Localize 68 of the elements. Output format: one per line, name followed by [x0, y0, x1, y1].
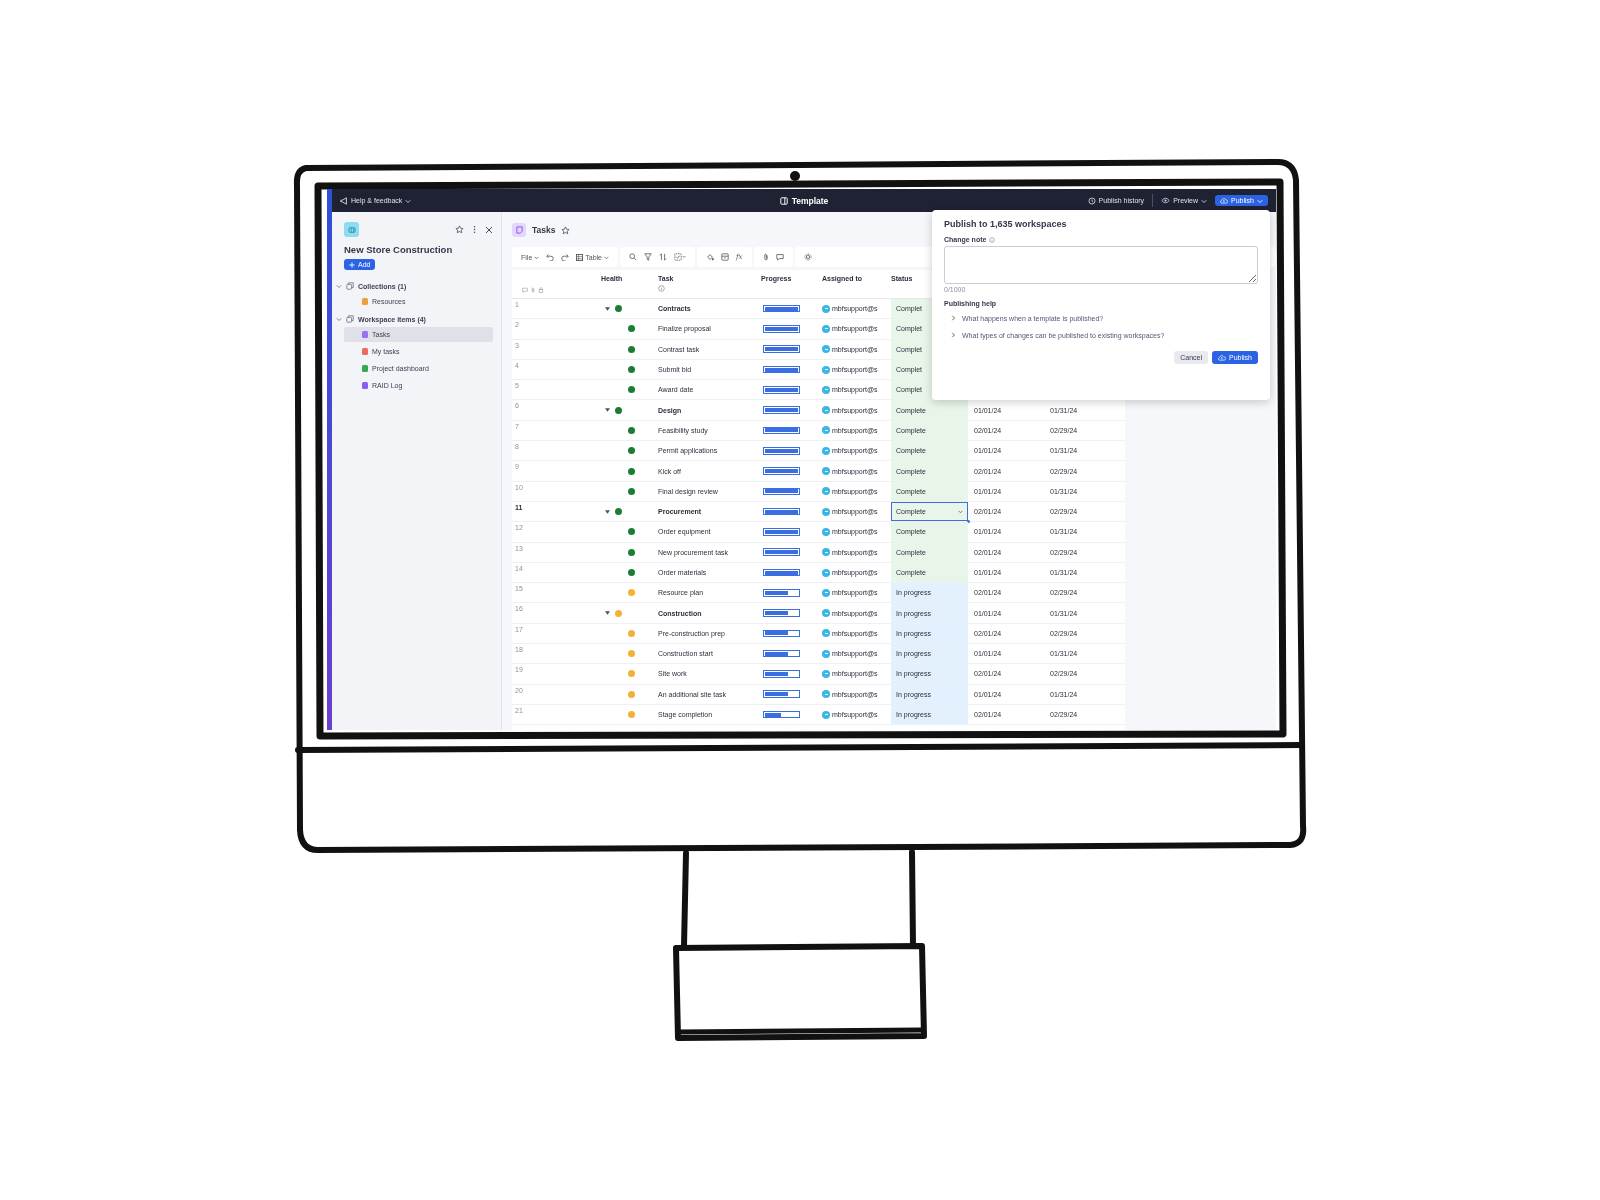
- caret-icon[interactable]: [605, 306, 610, 311]
- stack-icon: [346, 282, 354, 290]
- caret-icon[interactable]: [605, 509, 610, 514]
- chevron-down-icon: [958, 509, 963, 515]
- star-icon[interactable]: [455, 225, 464, 234]
- avatar-icon: [822, 467, 830, 475]
- avatar-icon: [822, 446, 830, 455]
- comment-icon: [522, 287, 528, 293]
- project-title: New Store Construction: [344, 244, 454, 255]
- page-title: Tasks: [532, 225, 556, 235]
- avatar-icon: [822, 426, 830, 435]
- caret-icon[interactable]: [605, 611, 610, 616]
- avatar-icon: [822, 690, 830, 699]
- avatar-icon: [822, 345, 830, 354]
- avatar-icon: [822, 487, 830, 496]
- cloud-upload-icon: [1220, 197, 1229, 204]
- megaphone-icon: [340, 196, 348, 205]
- sort-icon[interactable]: [659, 253, 667, 261]
- chevron-down-icon: [1201, 197, 1208, 204]
- avatar-icon: [822, 649, 830, 658]
- workspace-icon: [344, 222, 359, 237]
- star-icon[interactable]: [561, 225, 571, 235]
- window-title: Template: [791, 195, 829, 206]
- document-icon: [779, 196, 788, 205]
- cloud-upload-icon: [1218, 354, 1227, 361]
- chevron-down-icon: [534, 254, 540, 260]
- more-options-icon[interactable]: [473, 225, 476, 234]
- info-icon: [658, 285, 665, 292]
- table-icon: [576, 253, 584, 261]
- comment-icon[interactable]: [775, 253, 784, 261]
- chevron-down-icon: [405, 197, 412, 204]
- lock-icon: [538, 287, 544, 293]
- chevron-down-icon: [1257, 197, 1263, 204]
- paperclip-icon: [531, 287, 535, 293]
- avatar-icon: [822, 385, 830, 394]
- undo-icon[interactable]: [546, 253, 555, 261]
- dialog-title: Publish to 1,635 workspaces: [944, 219, 1068, 229]
- avatar-icon: [822, 365, 830, 374]
- search-icon[interactable]: [629, 253, 637, 261]
- chevron-down-icon: [604, 254, 609, 260]
- avatar-icon: [822, 670, 830, 678]
- avatar-icon: [822, 548, 830, 557]
- info-icon: [989, 236, 996, 243]
- select-icon[interactable]: [674, 253, 686, 261]
- plus-icon: [349, 261, 355, 268]
- stack-icon: [346, 315, 354, 323]
- avatar-icon: [822, 568, 830, 577]
- avatar-icon: [822, 629, 830, 638]
- close-icon[interactable]: [485, 225, 493, 234]
- avatar-icon: [822, 304, 830, 313]
- tasks-icon: [512, 223, 526, 237]
- avatar-icon: [822, 710, 830, 719]
- history-icon: [1087, 196, 1096, 205]
- redo-icon[interactable]: [561, 253, 570, 261]
- paperclip-icon[interactable]: [762, 253, 769, 261]
- caret-icon[interactable]: [605, 408, 610, 413]
- avatar-icon: [822, 527, 830, 536]
- avatar-icon: [822, 324, 830, 333]
- change-note-field[interactable]: [944, 246, 1258, 284]
- archive-icon[interactable]: [721, 253, 729, 261]
- paint-bucket-icon[interactable]: [706, 253, 714, 261]
- avatar-icon: [822, 406, 830, 415]
- settings-icon[interactable]: [803, 253, 812, 261]
- avatar-icon: [822, 588, 830, 597]
- avatar-icon: [822, 507, 830, 516]
- avatar-icon: [822, 609, 830, 618]
- eye-icon: [1161, 197, 1171, 204]
- filter-icon[interactable]: [644, 253, 652, 261]
